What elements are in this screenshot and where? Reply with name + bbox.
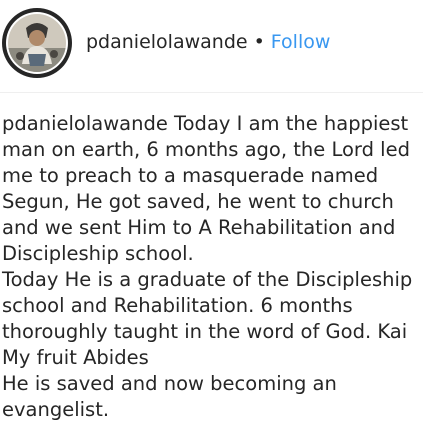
avatar[interactable] [2,8,72,78]
follow-button[interactable]: Follow [271,31,331,53]
separator-dot: • [253,31,265,53]
header-text: pdanielolawande • Follow [86,28,330,56]
post-caption: pdanielolawande Today I am the happiest … [2,111,420,423]
caption-username-link[interactable]: pdanielolawande [2,112,168,135]
profile-photo-icon [8,14,66,72]
caption-paragraph-1: pdanielolawande Today I am the happiest … [2,111,420,267]
username-link[interactable]: pdanielolawande [86,31,248,53]
post-header: pdanielolawande • Follow [0,0,423,88]
caption-paragraph-3: He is saved and now becoming an evangeli… [2,372,337,421]
caption-paragraph-2: Today He is a graduate of the Disciplesh… [2,268,413,369]
avatar-border [6,12,68,74]
header-divider [0,92,423,93]
